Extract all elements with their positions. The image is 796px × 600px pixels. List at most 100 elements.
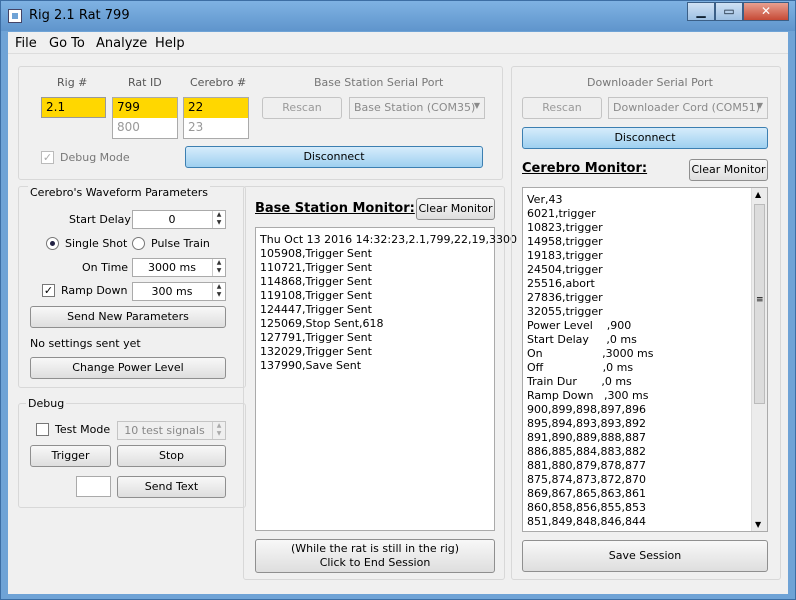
change-power-button[interactable]: Change Power Level	[30, 357, 226, 379]
debug-mode-label: Debug Mode	[60, 151, 130, 164]
menu-help[interactable]: Help	[155, 36, 185, 51]
send-text-button[interactable]: Send Text	[117, 476, 226, 498]
log-line: 24504,trigger	[527, 263, 603, 276]
maximize-button[interactable]: ▭	[715, 2, 743, 21]
title-bar[interactable]: Rig 2.1 Rat 799 ▁ ▭ ✕	[1, 1, 795, 31]
debug-mode-checkbox[interactable]: ✓	[41, 151, 54, 164]
base-rescan-button[interactable]: Rescan	[262, 97, 342, 119]
app-icon	[8, 9, 22, 23]
stop-button[interactable]: Stop	[117, 445, 226, 467]
rat-id-selected[interactable]: 799	[113, 98, 177, 118]
test-signals-value: 10 test signals	[124, 424, 205, 437]
start-delay-spinbox[interactable]: 0 ▲ ▼	[132, 210, 226, 229]
log-line: Ver,43	[527, 193, 563, 206]
cerebro-monitor-log[interactable]: Ver,43 6021,trigger 10823,trigger 14958,tri…	[522, 187, 768, 532]
log-line: Train Dur ,0 ms	[527, 375, 632, 388]
window-title: Rig 2.1 Rat 799	[29, 8, 130, 23]
menu-file[interactable]: File	[15, 36, 37, 51]
on-time-value: 3000 ms	[148, 261, 196, 274]
chevron-down-icon: ▼	[473, 101, 480, 110]
end-session-button[interactable]: (While the rat is still in the rig) Clic…	[255, 539, 495, 573]
log-line: 27836,trigger	[527, 291, 603, 304]
on-time-spinbox[interactable]: 3000 ms ▲ ▼	[132, 258, 226, 277]
log-line: Ramp Down ,300 ms	[527, 389, 649, 402]
single-shot-radio[interactable]	[46, 237, 59, 250]
menu-bar: File Go To Analyze Help	[8, 32, 788, 54]
scroll-thumb[interactable]: ≡	[754, 204, 765, 404]
base-disconnect-button[interactable]: Disconnect	[185, 146, 483, 168]
log-line: 25516,abort	[527, 277, 595, 290]
spin-arrows-icon[interactable]: ▲ ▼	[212, 211, 225, 228]
ramp-down-checkbox[interactable]: ✓	[42, 284, 55, 297]
test-signals-spinbox[interactable]: 10 test signals ▲ ▼	[117, 421, 226, 440]
test-mode-checkbox[interactable]	[36, 423, 49, 436]
save-session-button[interactable]: Save Session	[522, 540, 768, 572]
log-line: Thu Oct 13 2016 14:32:23,2.1,799,22,19,3…	[260, 233, 518, 246]
send-parameters-button[interactable]: Send New Parameters	[30, 306, 226, 328]
log-line: 124447,Trigger Sent	[260, 303, 372, 316]
scroll-up-icon[interactable]: ▲	[755, 190, 761, 199]
cerebro-selected[interactable]: 22	[184, 98, 248, 118]
base-monitor-log[interactable]: Thu Oct 13 2016 14:32:23,2.1,799,22,19,3…	[255, 227, 518, 531]
minimize-button[interactable]: ▁	[687, 2, 715, 21]
chevron-down-icon: ▼	[756, 101, 763, 110]
pulse-train-radio[interactable]	[132, 237, 145, 250]
base-clear-monitor-button[interactable]: Clear Monitor	[416, 198, 495, 220]
spin-arrows-icon[interactable]: ▲ ▼	[212, 422, 225, 439]
cerebro-monitor-title: Cerebro Monitor:	[522, 161, 648, 176]
log-line: 895,894,893,893,892	[527, 417, 646, 430]
downloader-port-select[interactable]: Downloader Cord (COM51) ▼	[608, 97, 768, 119]
downloader-port-label: Downloader Serial Port	[587, 76, 713, 89]
log-line: 851,849,848,846,844	[527, 515, 646, 528]
log-line: 886,885,884,883,882	[527, 445, 646, 458]
rat-id-option[interactable]: 800	[113, 118, 144, 136]
cerebro-group: Downloader Serial Port Rescan Downloader…	[511, 66, 781, 580]
log-line: 114868,Trigger Sent	[260, 275, 372, 288]
spin-arrows-icon[interactable]: ▲ ▼	[212, 283, 225, 300]
waveform-group: Cerebro's Waveform Parameters Start Dela…	[18, 186, 246, 388]
trigger-button[interactable]: Trigger	[30, 445, 111, 467]
grip-icon: ≡	[756, 295, 764, 305]
scroll-down-icon[interactable]: ▼	[755, 520, 761, 529]
log-line: 119108,Trigger Sent	[260, 289, 372, 302]
pulse-train-label: Pulse Train	[151, 237, 210, 250]
rat-id-label: Rat ID	[128, 76, 162, 89]
log-line: 881,880,879,878,877	[527, 459, 646, 472]
cerebro-clear-monitor-button[interactable]: Clear Monitor	[689, 159, 768, 181]
waveform-title: Cerebro's Waveform Parameters	[28, 186, 211, 199]
log-line: 127791,Trigger Sent	[260, 331, 372, 344]
cerebro-list[interactable]: 22 23	[183, 97, 249, 139]
base-port-label: Base Station Serial Port	[314, 76, 444, 89]
rig-label: Rig #	[57, 76, 88, 89]
log-line: 900,899,898,897,896	[527, 403, 646, 416]
base-port-value: Base Station (COM35)	[354, 101, 476, 114]
single-shot-label: Single Shot	[65, 237, 128, 250]
downloader-rescan-button[interactable]: Rescan	[522, 97, 602, 119]
rat-id-list[interactable]: 799 800	[112, 97, 178, 139]
menu-go-to[interactable]: Go To	[49, 36, 85, 51]
log-line: 32055,trigger	[527, 305, 603, 318]
ramp-down-value: 300 ms	[151, 285, 193, 298]
base-port-select[interactable]: Base Station (COM35) ▼	[349, 97, 485, 119]
base-monitor-group: Base Station Monitor: Clear Monitor Thu …	[243, 186, 518, 580]
ramp-down-label: Ramp Down	[61, 284, 128, 297]
log-line: 110721,Trigger Sent	[260, 261, 372, 274]
close-button[interactable]: ✕	[743, 2, 789, 21]
rig-field[interactable]: 2.1	[41, 97, 106, 118]
log-line: 891,890,889,888,887	[527, 431, 646, 444]
send-text-input[interactable]	[76, 476, 111, 497]
ramp-down-spinbox[interactable]: 300 ms ▲ ▼	[132, 282, 226, 301]
downloader-disconnect-button[interactable]: Disconnect	[522, 127, 768, 149]
cerebro-monitor-scrollbar[interactable]: ▲ ≡ ▼	[751, 188, 767, 531]
app-window: Rig 2.1 Rat 799 ▁ ▭ ✕ File Go To Analyze…	[0, 0, 796, 600]
log-line: On ,3000 ms	[527, 347, 654, 360]
log-line: 875,874,873,872,870	[527, 473, 646, 486]
debug-title: Debug	[26, 397, 67, 410]
settings-status: No settings sent yet	[30, 337, 141, 350]
menu-analyze[interactable]: Analyze	[96, 36, 147, 51]
cerebro-option[interactable]: 23	[184, 118, 207, 136]
log-line: 14958,trigger	[527, 235, 603, 248]
spin-arrows-icon[interactable]: ▲ ▼	[212, 259, 225, 276]
connection-group: Rig # Rat ID Cerebro # 2.1 799 800 22 23…	[18, 66, 503, 180]
log-line: Off ,0 ms	[527, 361, 634, 374]
